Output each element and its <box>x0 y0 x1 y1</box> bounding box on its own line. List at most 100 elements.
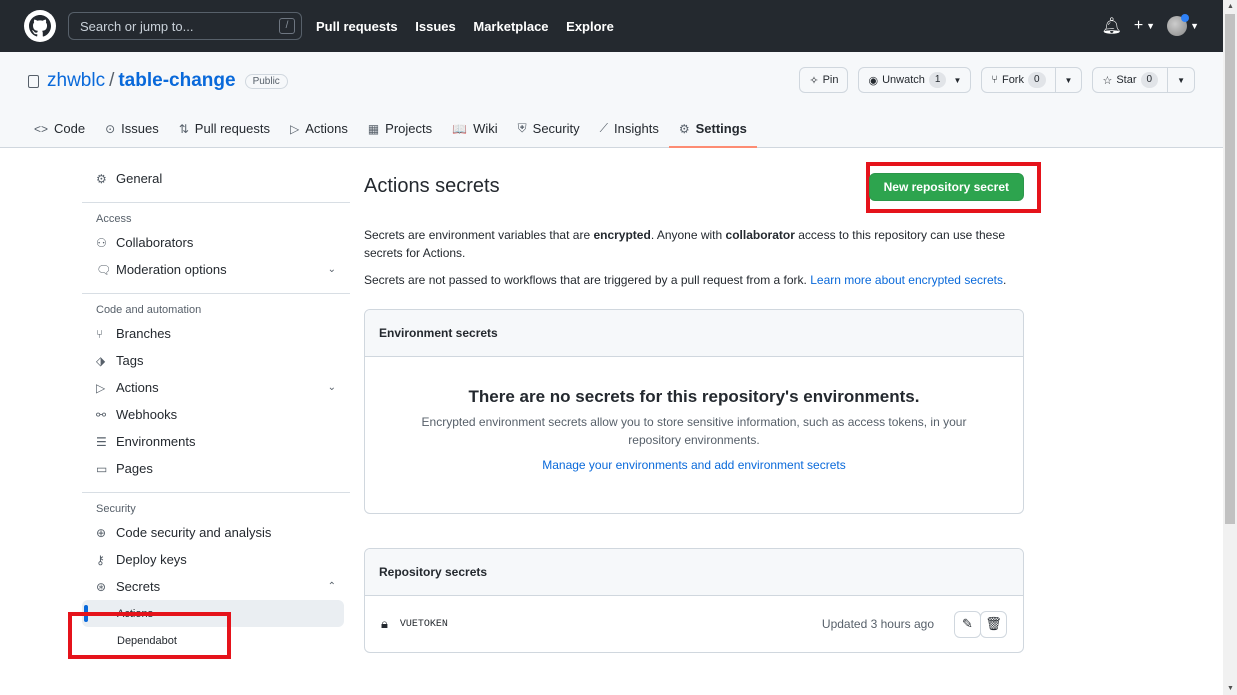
header-nav: Pull requests Issues Marketplace Explore <box>316 19 628 34</box>
sidebar-heading-code: Code and automation <box>96 304 202 316</box>
chevron-down-icon: ⌄ <box>327 382 336 393</box>
github-logo-icon[interactable] <box>24 10 56 42</box>
pencil-icon[interactable]: ✎ <box>954 610 981 638</box>
tab-label: Actions <box>305 121 348 136</box>
star-label: Star <box>1116 74 1137 86</box>
tab-issues[interactable]: ⊙ Issues <box>95 118 169 147</box>
learn-more-link[interactable]: Learn more about encrypted secrets <box>810 273 1003 287</box>
sidebar-item-general[interactable]: ⚙ General <box>82 165 350 192</box>
star-dropdown[interactable]: ▼ <box>1167 68 1194 92</box>
settings-sidebar: ⚙ General Access ⚇ Collaborators 🗨︎ Moderat… <box>82 165 350 654</box>
search-input[interactable]: Search or jump to... / <box>68 12 302 40</box>
divider <box>82 492 350 493</box>
tab-code[interactable]: <> Code <box>32 118 95 147</box>
environment-empty-state: There are no secrets for this repository… <box>365 357 1023 513</box>
sidebar-item-label: Actions <box>116 380 159 395</box>
sidebar-item-label: Collaborators <box>116 235 194 250</box>
scroll-down-arrow-icon[interactable]: ▼ <box>1227 685 1234 692</box>
tab-pull-requests[interactable]: ⇅ Pull requests <box>169 118 280 147</box>
pull-request-icon: ⇅ <box>178 121 189 136</box>
fork-button[interactable]: ⑂ Fork 0 ▼ <box>981 67 1083 93</box>
sidebar-item-branches[interactable]: ⑂ Branches <box>82 320 350 347</box>
sidebar-item-label: General <box>116 171 163 186</box>
tab-wiki[interactable]: 📖 Wiki <box>442 118 508 147</box>
tab-label: Pull requests <box>194 121 270 136</box>
unwatch-button[interactable]: ◉ Unwatch 1 ▼ <box>858 67 972 93</box>
secret-actions: ✎ 🗑︎ <box>954 610 1007 638</box>
highlight-box-actions <box>68 612 231 659</box>
repo-name-link[interactable]: table-change <box>118 70 235 92</box>
sidebar-item-collaborators[interactable]: ⚇ Collaborators <box>82 229 350 256</box>
nav-marketplace[interactable]: Marketplace <box>473 19 548 34</box>
sidebar-item-secrets[interactable]: ⊛ Secrets ⌃ <box>82 573 350 600</box>
nav-explore[interactable]: Explore <box>566 19 614 34</box>
fork-note: Secrets are not passed to workflows that… <box>364 271 1024 289</box>
empty-state-title: There are no secrets for this repository… <box>468 387 920 406</box>
nav-issues[interactable]: Issues <box>415 19 455 34</box>
repository-secrets-heading: Repository secrets <box>365 549 1023 596</box>
pin-button[interactable]: ✧ Pin <box>799 67 849 93</box>
new-repository-secret-button[interactable]: New repository secret <box>868 173 1024 201</box>
sidebar-item-tags[interactable]: ⬗ Tags <box>82 347 350 374</box>
repo-separator: / <box>109 70 115 91</box>
chevron-down-icon: ▼ <box>1064 75 1073 85</box>
tab-actions[interactable]: ▷ Actions <box>280 118 358 147</box>
user-menu[interactable]: ▼ <box>1167 14 1199 36</box>
scroll-up-arrow-icon[interactable]: ▲ <box>1227 3 1234 10</box>
people-icon: ⚇ <box>96 235 107 250</box>
code-icon: <> <box>34 121 49 136</box>
comment-icon: 🗨︎ <box>96 262 112 277</box>
environment-secrets-box: Environment secrets There are no secrets… <box>364 309 1024 514</box>
chevron-down-icon: ⌄ <box>327 264 336 275</box>
tab-settings[interactable]: ⚙ Settings <box>668 118 757 148</box>
sidebar-item-deploy-keys[interactable]: ⚷ Deploy keys <box>82 546 350 573</box>
pin-label: Pin <box>822 74 839 86</box>
sidebar-item-label: Moderation options <box>116 262 227 277</box>
tab-label: Issues <box>121 121 159 136</box>
sidebar-item-code-security[interactable]: ⊕ Code security and analysis <box>82 519 350 546</box>
tab-security[interactable]: ⛨ Security <box>508 118 590 147</box>
sidebar-item-pages[interactable]: ▭ Pages <box>82 455 350 482</box>
sidebar-item-actions[interactable]: ▷ Actions ⌄ <box>82 374 350 401</box>
unwatch-count: 1 <box>928 72 947 88</box>
global-header: Search or jump to... / Pull requests Iss… <box>0 0 1223 52</box>
sidebar-item-moderation[interactable]: 🗨︎ Moderation options ⌄ <box>82 256 350 283</box>
nav-pull-requests[interactable]: Pull requests <box>316 19 398 34</box>
header-right: 🔔︎ + ▼ ▼ <box>1102 14 1199 36</box>
fork-label: Fork <box>1001 74 1024 86</box>
page-scrollbar[interactable]: ▲ ▼ <box>1223 0 1237 695</box>
fork-icon: ⑂ <box>991 74 998 86</box>
star-button[interactable]: ☆ Star 0 ▼ <box>1092 67 1195 93</box>
bell-icon[interactable]: 🔔︎ <box>1102 16 1122 36</box>
slash-key-hint: / <box>279 18 295 34</box>
gear-icon: ⚙ <box>96 171 107 186</box>
trash-icon[interactable]: 🗑︎ <box>980 610 1007 638</box>
tab-label: Code <box>54 121 86 136</box>
desc-text: Secrets are environment variables that a… <box>364 228 594 242</box>
chevron-down-icon: ▼ <box>1177 75 1185 85</box>
scrollbar-thumb[interactable] <box>1225 14 1235 524</box>
tab-label: Wiki <box>473 121 498 136</box>
manage-environments-link[interactable]: Manage your environments and add environ… <box>542 458 846 472</box>
asterisk-icon: ⊛ <box>96 579 107 594</box>
star-count: 0 <box>1140 72 1159 88</box>
lock-icon: 🔒︎ <box>381 616 388 631</box>
create-new-menu[interactable]: + ▼ <box>1134 17 1155 35</box>
main-content: Actions secrets New repository secret Se… <box>364 168 1024 653</box>
sidebar-item-label: Branches <box>116 326 171 341</box>
play-icon: ▷ <box>289 121 300 136</box>
environment-secrets-heading: Environment secrets <box>365 310 1023 357</box>
search-placeholder: Search or jump to... <box>80 18 194 34</box>
sidebar-heading-security: Security <box>96 503 136 515</box>
tab-insights[interactable]: ⟋ Insights <box>590 118 669 147</box>
fork-dropdown[interactable]: ▼ <box>1054 68 1082 92</box>
sidebar-heading-access: Access <box>96 213 132 225</box>
repo-title: zhwblc / table-change Public <box>28 70 288 92</box>
sidebar-item-label: Pages <box>116 461 153 476</box>
repo-owner-link[interactable]: zhwblc <box>47 70 105 92</box>
sidebar-item-environments[interactable]: ☰ Environments <box>82 428 350 455</box>
repo-header: zhwblc / table-change Public ✧ Pin ◉ Unwat… <box>0 52 1223 148</box>
sidebar-item-webhooks[interactable]: ⚯ Webhooks <box>82 401 350 428</box>
key-icon: ⚷ <box>96 552 105 567</box>
tab-projects[interactable]: ▦ Projects <box>358 118 442 147</box>
